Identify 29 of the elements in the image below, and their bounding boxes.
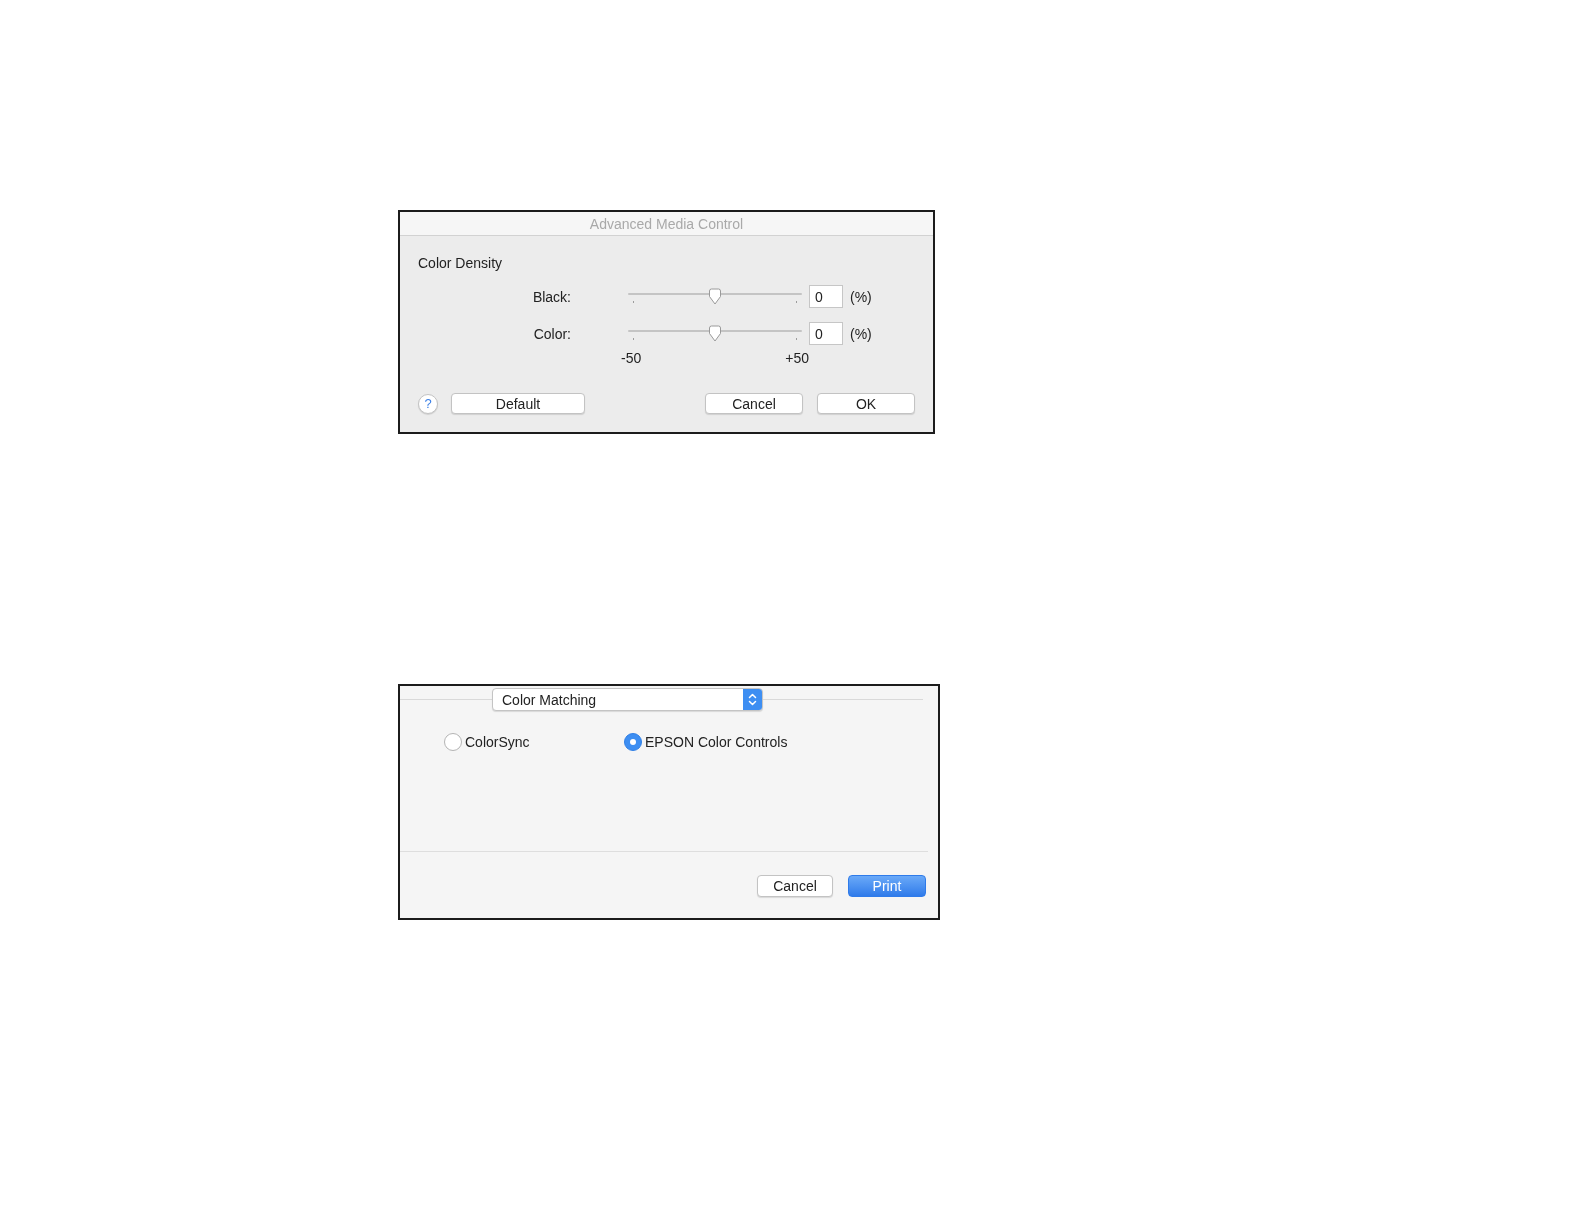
slider-thumb[interactable] bbox=[708, 288, 722, 305]
slider-track[interactable] bbox=[628, 325, 802, 342]
radio-label[interactable]: ColorSync bbox=[465, 734, 530, 750]
number-field[interactable]: 0 bbox=[809, 285, 843, 308]
number-field[interactable]: 0 bbox=[809, 322, 843, 345]
tick-mark bbox=[796, 301, 797, 303]
up-down-chevron-icon bbox=[743, 689, 762, 710]
radio-button[interactable] bbox=[624, 733, 642, 751]
radio-button[interactable] bbox=[444, 733, 462, 751]
slider-thumb[interactable] bbox=[708, 325, 722, 342]
window-title: Advanced Media Control bbox=[589, 215, 744, 232]
tick-mark bbox=[633, 301, 634, 303]
popup-button[interactable]: Color Matching bbox=[492, 688, 763, 711]
scale-max-label: +50 bbox=[785, 350, 809, 366]
tick-mark bbox=[633, 338, 634, 340]
slider-track[interactable] bbox=[628, 288, 802, 305]
radio-label[interactable]: EPSON Color Controls bbox=[645, 734, 788, 750]
default-button[interactable]: Default bbox=[451, 393, 585, 414]
unit-label: (%) bbox=[850, 288, 872, 305]
tick-mark bbox=[796, 338, 797, 340]
section-heading: Color Density bbox=[418, 255, 503, 271]
cancel-button[interactable]: Cancel bbox=[705, 393, 803, 414]
unit-label: (%) bbox=[850, 325, 872, 342]
slider-label: Color: bbox=[533, 325, 571, 342]
slider-label: Black: bbox=[532, 288, 571, 305]
cancel-button[interactable]: Cancel bbox=[757, 875, 833, 897]
scale-min-label: -50 bbox=[621, 350, 642, 366]
ok-button[interactable]: OK bbox=[817, 393, 915, 414]
help-button[interactable]: ? bbox=[418, 393, 438, 414]
